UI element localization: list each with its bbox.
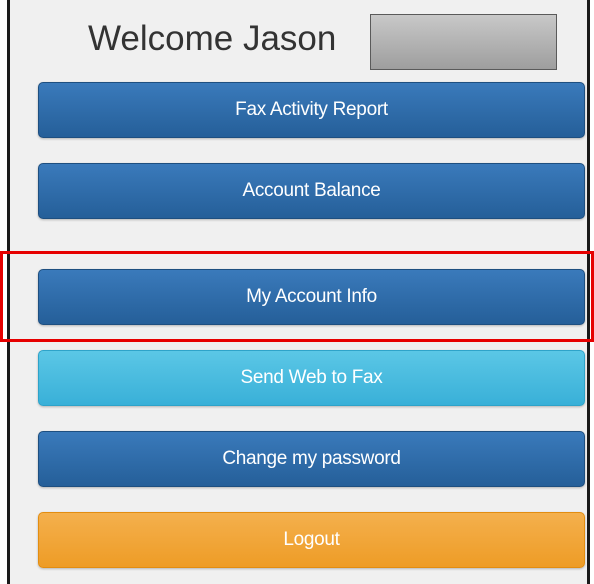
send-web-to-fax-button[interactable]: Send Web to Fax bbox=[38, 350, 585, 406]
change-password-button[interactable]: Change my password bbox=[38, 431, 585, 487]
my-account-info-button[interactable]: My Account Info bbox=[38, 269, 585, 325]
logout-button[interactable]: Logout bbox=[38, 512, 585, 568]
fax-activity-report-button[interactable]: Fax Activity Report bbox=[38, 82, 585, 138]
welcome-header: Welcome Jason bbox=[10, 14, 587, 74]
welcome-text: Welcome Jason bbox=[88, 19, 337, 58]
account-menu-panel: Welcome Jason Fax Activity Report Accoun… bbox=[7, 0, 590, 584]
account-balance-button[interactable]: Account Balance bbox=[38, 163, 585, 219]
redacted-surname-block bbox=[370, 14, 557, 70]
